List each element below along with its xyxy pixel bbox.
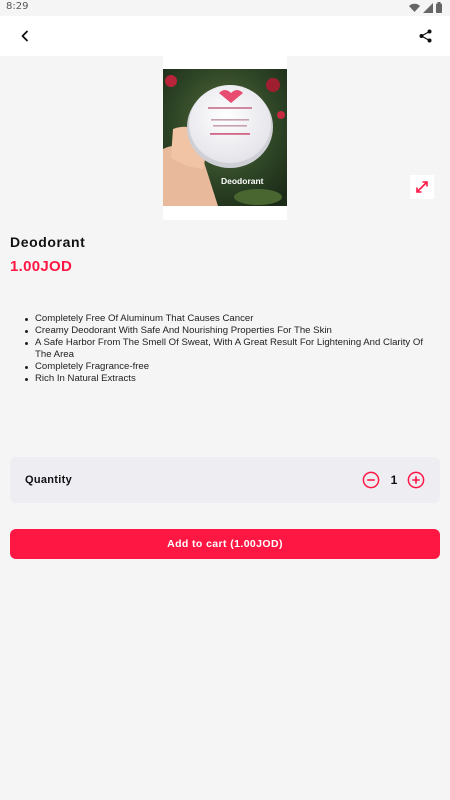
chevron-left-icon xyxy=(21,30,28,42)
feature-item: Rich In Natural Extracts xyxy=(22,373,442,385)
share-icon xyxy=(419,29,431,43)
feature-item: Completely Fragrance-free xyxy=(22,361,442,373)
status-time: 8:29 xyxy=(6,1,29,12)
product-image-caption: Deodorant xyxy=(221,176,264,186)
battery-icon xyxy=(436,2,442,13)
product-image-area: Deodorant xyxy=(0,56,450,220)
quantity-label: Quantity xyxy=(25,474,73,486)
product-image-frame[interactable]: Deodorant xyxy=(163,56,287,220)
feature-item: A Safe Harbor From The Smell Of Sweat, W… xyxy=(22,337,442,361)
quantity-card: Quantity 1 xyxy=(10,457,440,503)
decrease-quantity-button[interactable] xyxy=(362,471,380,489)
increase-quantity-button[interactable] xyxy=(407,471,425,489)
product-price: 1.00JOD xyxy=(10,258,73,275)
wifi-icon xyxy=(409,3,420,12)
product-features-list: Completely Free Of Aluminum That Causes … xyxy=(22,313,442,385)
add-to-cart-button[interactable]: Add to cart (1.00JOD) xyxy=(10,529,440,559)
app-bar xyxy=(0,16,450,56)
signal-icon xyxy=(423,2,433,13)
share-button[interactable] xyxy=(414,25,436,47)
product-name: Deodorant xyxy=(10,234,86,250)
expand-image-button[interactable] xyxy=(410,175,434,199)
product-photo: Deodorant xyxy=(163,69,287,206)
quantity-value: 1 xyxy=(390,473,398,487)
status-icons xyxy=(409,2,442,13)
feature-item: Completely Free Of Aluminum That Causes … xyxy=(22,313,442,325)
status-bar: 8:29 xyxy=(0,0,450,16)
feature-item: Creamy Deodorant With Safe And Nourishin… xyxy=(22,325,442,337)
expand-icon xyxy=(416,181,428,193)
back-button[interactable] xyxy=(14,25,36,47)
